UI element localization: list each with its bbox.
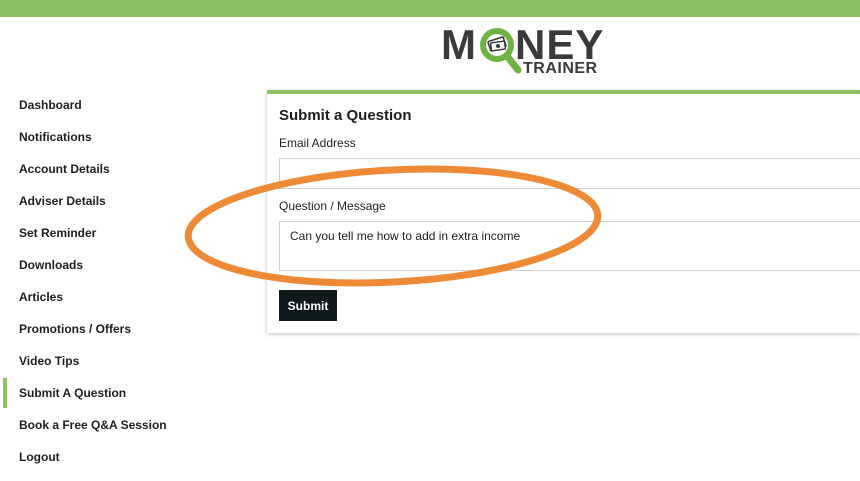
logo-subtitle: TRAINER [523,60,598,77]
sidebar-item-video-tips[interactable]: Video Tips [0,345,240,377]
sidebar-item-adviser-details[interactable]: Adviser Details [0,185,240,217]
email-label: Email Address [279,136,356,150]
message-textarea[interactable]: Can you tell me how to add in extra inco… [279,221,860,271]
sidebar-item-account-details[interactable]: Account Details [0,153,240,185]
sidebar-item-downloads[interactable]: Downloads [0,249,240,281]
sidebar-item-dashboard[interactable]: Dashboard [0,89,240,121]
sidebar-item-book-qa-session[interactable]: Book a Free Q&A Session [0,409,240,441]
logo-letter-m: M [441,21,477,68]
logo-letters-ney: NEY [515,21,605,68]
sidebar-nav: Dashboard Notifications Account Details … [0,89,240,473]
submit-question-panel: Submit a Question Email Address Question… [267,90,860,333]
sidebar-item-articles[interactable]: Articles [0,281,240,313]
sidebar-item-promotions-offers[interactable]: Promotions / Offers [0,313,240,345]
message-label: Question / Message [279,199,386,213]
sidebar-item-notifications[interactable]: Notifications [0,121,240,153]
sidebar-item-logout[interactable]: Logout [0,441,240,473]
top-accent-bar [0,0,860,17]
email-field[interactable] [279,158,860,189]
panel-title: Submit a Question [279,107,412,124]
magnifier-money-icon [480,28,522,74]
sidebar-item-set-reminder[interactable]: Set Reminder [0,217,240,249]
money-trainer-logo[interactable]: M NEY TRAINER [441,21,605,80]
submit-button[interactable]: Submit [279,290,337,321]
sidebar-item-submit-a-question[interactable]: Submit A Question [0,377,240,409]
